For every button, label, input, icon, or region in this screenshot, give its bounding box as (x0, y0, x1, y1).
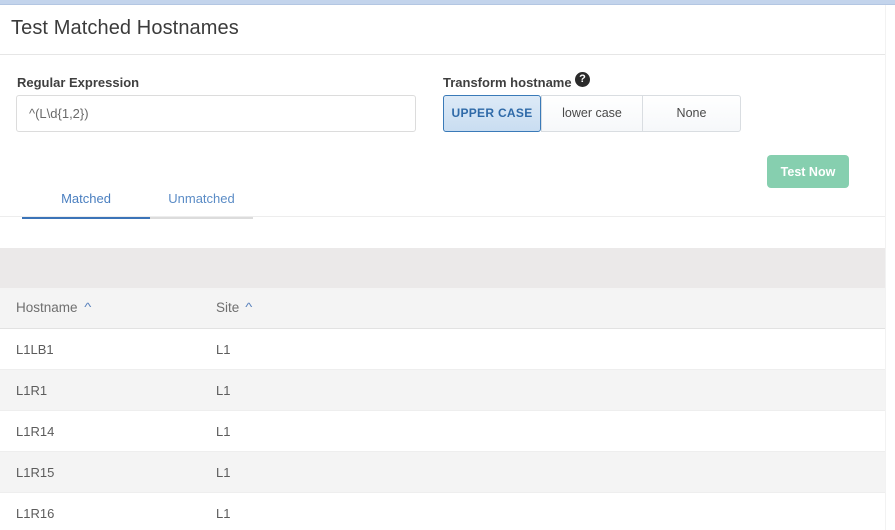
table-header-row: Hostname ^ Site ^ (0, 288, 885, 329)
grid-toolbar (0, 248, 885, 288)
column-header-site[interactable]: Site ^ (216, 300, 253, 315)
chevron-up-icon: ^ (245, 300, 253, 314)
cell-hostname: L1R14 (16, 424, 55, 439)
column-header-hostname[interactable]: Hostname ^ (16, 300, 91, 315)
transform-option-lower-case[interactable]: lower case (541, 95, 642, 132)
vertical-scrollbar-track[interactable] (885, 5, 895, 530)
question-mark-circle-icon[interactable]: ? (575, 72, 590, 87)
tabs-divider (0, 216, 885, 217)
cell-site: L1 (216, 383, 231, 398)
column-header-site-label: Site (216, 300, 240, 315)
test-matched-hostnames-page: Test Matched Hostnames Regular Expressio… (0, 0, 895, 530)
cell-hostname: L1R16 (16, 506, 55, 521)
transform-option-upper-case[interactable]: UPPER CASE (443, 95, 541, 132)
results-tabs: Matched Unmatched (0, 186, 885, 222)
cell-site: L1 (216, 342, 231, 357)
tab-unmatched[interactable]: Unmatched (150, 186, 253, 219)
transform-hostname-label: Transform hostname (443, 75, 572, 90)
transform-hostname-button-group: UPPER CASE lower case None (443, 95, 741, 132)
regular-expression-label: Regular Expression (17, 75, 140, 90)
regular-expression-input[interactable] (16, 95, 416, 132)
table-row[interactable]: L1R15 L1 (0, 452, 885, 493)
table-row[interactable]: L1R16 L1 (0, 493, 885, 530)
cell-hostname: L1LB1 (16, 342, 54, 357)
matched-hostnames-table: Hostname ^ Site ^ L1LB1 L1 L1R1 L1 L1R14 L… (0, 288, 885, 530)
cell-hostname: L1R1 (16, 383, 48, 398)
table-row[interactable]: L1R14 L1 (0, 411, 885, 452)
transform-option-none[interactable]: None (642, 95, 741, 132)
cell-site: L1 (216, 465, 231, 480)
cell-hostname: L1R15 (16, 465, 55, 480)
chevron-up-icon: ^ (83, 300, 91, 314)
page-header: Test Matched Hostnames (0, 5, 885, 55)
test-form: Regular Expression Transform hostname ? … (0, 56, 885, 188)
table-row[interactable]: L1LB1 L1 (0, 329, 885, 370)
column-header-hostname-label: Hostname (16, 300, 78, 315)
page-title: Test Matched Hostnames (11, 17, 239, 39)
cell-site: L1 (216, 424, 231, 439)
table-row[interactable]: L1R1 L1 (0, 370, 885, 411)
cell-site: L1 (216, 506, 231, 521)
test-now-button[interactable]: Test Now (767, 155, 849, 188)
tab-matched[interactable]: Matched (22, 186, 150, 219)
